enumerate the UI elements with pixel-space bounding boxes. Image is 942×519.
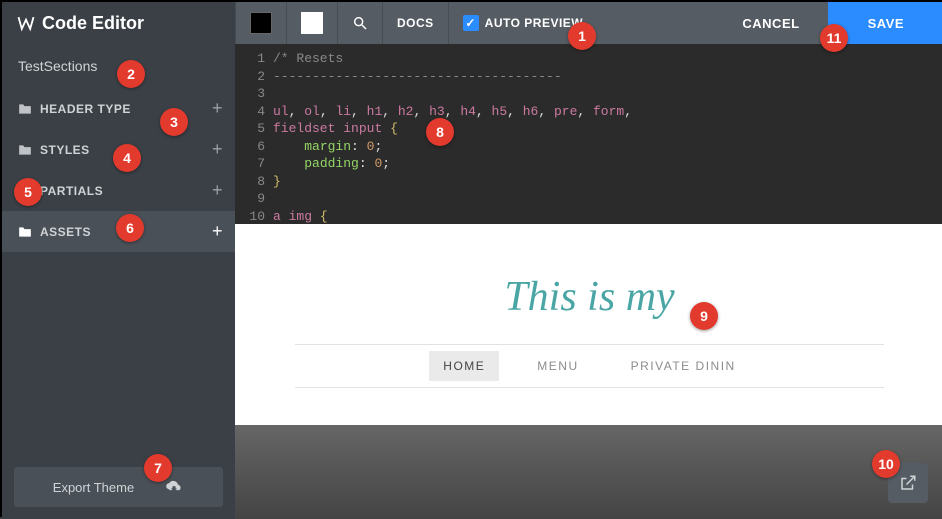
external-link-icon <box>899 474 917 492</box>
sidebar-item-label: PARTIALS <box>40 184 103 198</box>
color-swatch-light[interactable] <box>286 2 337 44</box>
preview-site-title: This is my <box>504 273 674 321</box>
annotation-badge-8: 8 <box>426 118 454 146</box>
annotation-badge-10: 10 <box>872 450 900 478</box>
search-button[interactable] <box>337 2 382 44</box>
cloud-download-icon <box>164 480 184 494</box>
export-theme-button[interactable]: Export Theme <box>14 467 223 507</box>
checkbox-checked-icon: ✓ <box>463 15 479 31</box>
add-icon[interactable]: + <box>212 139 223 160</box>
preview-nav-item[interactable]: HOME <box>429 351 499 381</box>
app-title: Code Editor <box>42 13 144 34</box>
annotation-badge-9: 9 <box>690 302 718 330</box>
preview-hero-image <box>235 425 942 519</box>
code-editor[interactable]: 12345678910111213 /* Resets-------------… <box>235 44 942 224</box>
app-logo: Code Editor <box>2 2 235 44</box>
sidebar-item-label: HEADER TYPE <box>40 102 131 116</box>
folder-icon <box>18 226 32 238</box>
annotation-badge-11: 11 <box>820 24 848 52</box>
annotation-badge-1: 1 <box>568 22 596 50</box>
preview-nav-item[interactable]: MENU <box>523 351 592 381</box>
add-icon[interactable]: + <box>212 180 223 201</box>
annotation-badge-5: 5 <box>14 178 42 206</box>
sidebar-item-label: ASSETS <box>40 225 91 239</box>
sidebar: TestSections HEADER TYPE + STYLES + PART… <box>2 44 235 519</box>
annotation-badge-2: 2 <box>117 60 145 88</box>
folder-icon <box>18 103 32 115</box>
add-icon[interactable]: + <box>212 221 223 242</box>
annotation-badge-7: 7 <box>144 454 172 482</box>
search-icon <box>352 15 368 31</box>
color-swatch-dark[interactable] <box>235 2 286 44</box>
preview-pane: This is my HOME MENU PRIVATE DININ <box>235 224 942 519</box>
annotation-badge-6: 6 <box>116 214 144 242</box>
annotation-badge-3: 3 <box>160 108 188 136</box>
sidebar-item-header-type[interactable]: HEADER TYPE + <box>2 88 235 129</box>
docs-button[interactable]: DOCS <box>382 2 448 44</box>
add-icon[interactable]: + <box>212 98 223 119</box>
sidebar-item-label: STYLES <box>40 143 90 157</box>
preview-nav: HOME MENU PRIVATE DININ <box>295 344 884 388</box>
annotation-badge-4: 4 <box>113 144 141 172</box>
folder-icon <box>18 144 32 156</box>
preview-nav-item[interactable]: PRIVATE DININ <box>617 351 750 381</box>
code-gutter: 12345678910111213 <box>235 50 273 224</box>
app-logo-icon <box>16 13 36 33</box>
cancel-button[interactable]: CANCEL <box>714 2 827 44</box>
